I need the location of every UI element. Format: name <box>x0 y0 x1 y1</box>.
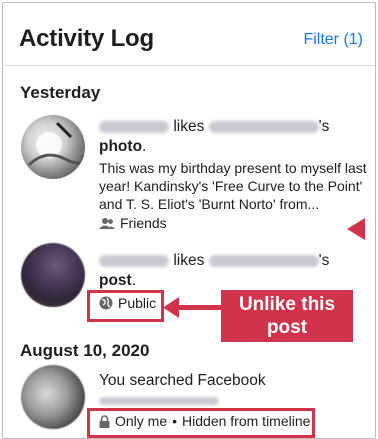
object-text: post <box>99 272 132 289</box>
verb-text: likes <box>173 252 205 269</box>
blurred-name <box>208 254 319 267</box>
page-title: Activity Log <box>19 25 154 52</box>
section-header-yesterday: Yesterday <box>20 83 101 102</box>
audience-label: Friends <box>120 215 167 231</box>
period-text: . <box>131 272 137 289</box>
callout-arrow-shaft <box>173 305 221 310</box>
avatar[interactable] <box>21 365 85 429</box>
callout-line-1: Unlike this <box>238 294 336 315</box>
possessive-text: 's <box>318 252 330 269</box>
friends-icon <box>99 217 115 229</box>
audience-indicator: Friends <box>99 215 167 231</box>
highlight-box <box>87 408 315 438</box>
callout-line-2: post <box>266 317 308 338</box>
avatar-photo-icon <box>27 121 85 167</box>
avatar[interactable] <box>21 243 85 307</box>
annotation-arrow-icon <box>347 218 365 240</box>
activity-entry-text[interactable]: likes 's photo. <box>99 117 369 157</box>
section-header-date: August 10, 2020 <box>20 341 150 360</box>
blurred-name <box>99 120 169 133</box>
header: Activity Log Filter (1) <box>3 3 375 66</box>
blurred-name <box>99 254 169 267</box>
verb-text: likes <box>173 118 205 135</box>
activity-log-panel: Activity Log Filter (1) Yesterday likes … <box>2 2 376 439</box>
post-excerpt: This was my birthday present to myself l… <box>99 160 367 212</box>
activity-entry-text[interactable]: likes 's post. <box>99 251 369 291</box>
activity-entry-text[interactable]: You searched Facebook <box>99 371 369 411</box>
avatar[interactable] <box>21 115 85 179</box>
action-text: You searched Facebook <box>99 372 266 389</box>
callout-arrow-icon <box>163 297 179 318</box>
highlight-box <box>87 290 164 322</box>
object-text: photo <box>99 138 143 155</box>
filter-button[interactable]: Filter (1) <box>303 31 363 49</box>
period-text: . <box>142 138 147 155</box>
annotation-callout: Unlike this post <box>221 290 353 342</box>
blurred-name <box>208 120 319 133</box>
possessive-text: 's <box>318 118 330 135</box>
blurred-query <box>99 396 219 405</box>
